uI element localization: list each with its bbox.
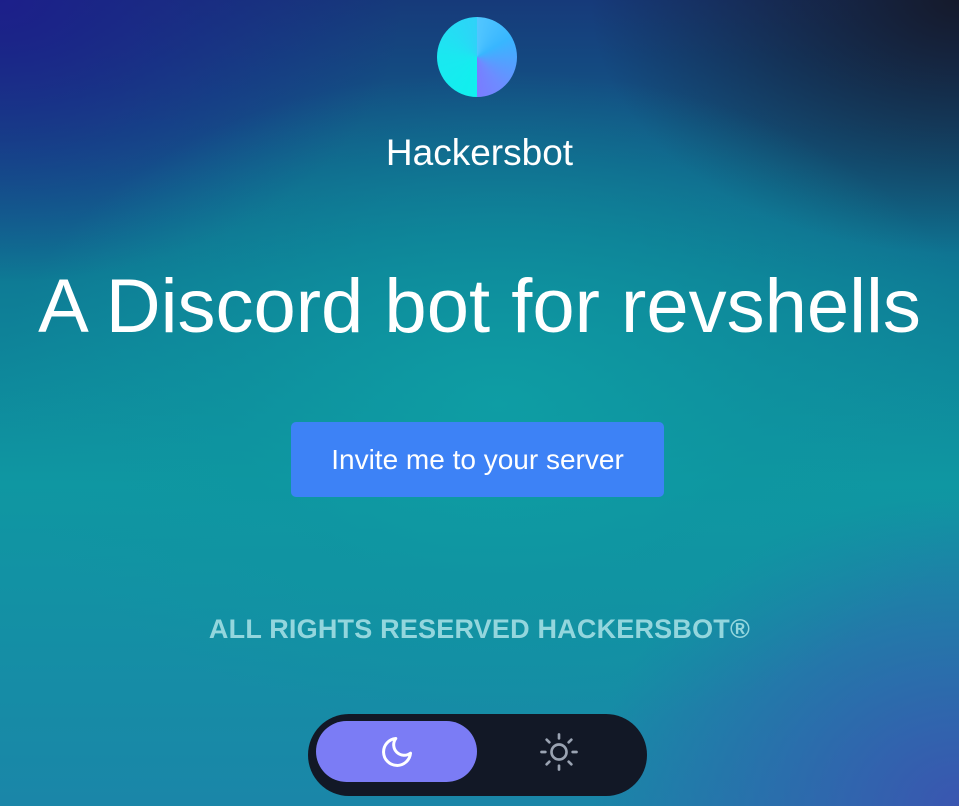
dark-mode-button[interactable] — [316, 721, 477, 782]
moon-icon — [381, 736, 412, 767]
light-mode-button[interactable] — [478, 721, 639, 782]
brand-name: Hackersbot — [385, 132, 574, 173]
theme-toggle — [308, 714, 647, 796]
invite-button[interactable]: Invite me to your server — [291, 422, 664, 497]
hero-headline: A Discord bot for revshells — [38, 264, 921, 349]
rights-reserved-text: ALL RIGHTS RESERVED HACKERSBOT® — [208, 614, 751, 644]
sun-icon — [539, 732, 578, 771]
hackersbot-logo — [437, 17, 517, 97]
